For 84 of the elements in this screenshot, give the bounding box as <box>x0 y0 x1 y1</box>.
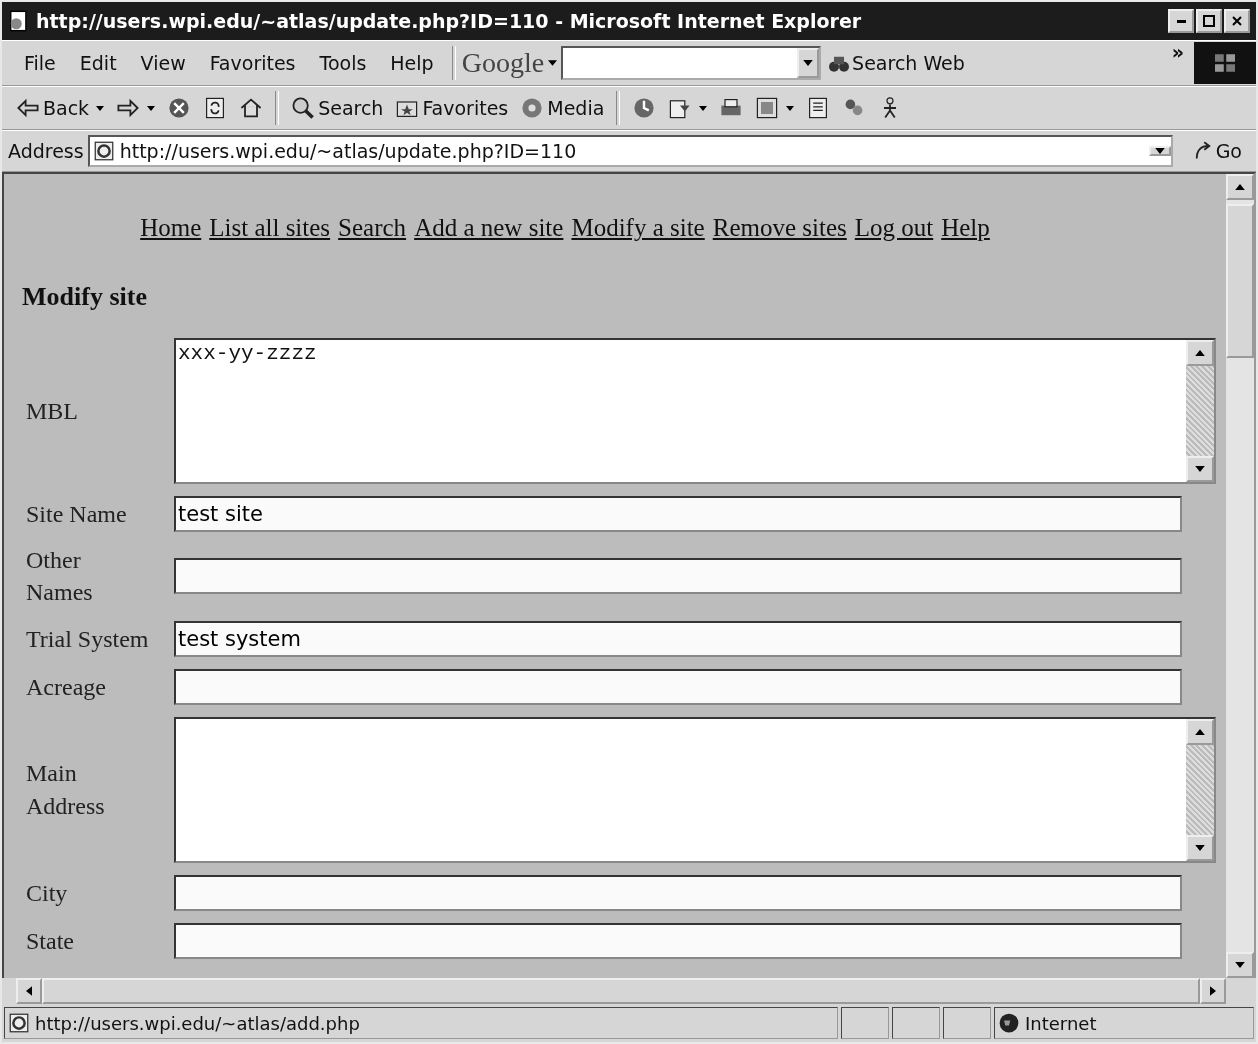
left-arrow-icon <box>26 986 32 996</box>
text-field[interactable]: test system <box>174 620 1182 657</box>
search-field[interactable] <box>561 46 822 80</box>
field-text: xxx-yy-zzzz <box>178 342 317 365</box>
caret-icon <box>699 105 708 111</box>
up-arrow-icon <box>1235 184 1245 190</box>
address-label: Address <box>8 140 84 162</box>
down-arrow-icon <box>1195 466 1205 472</box>
up-arrow-icon <box>1195 350 1205 356</box>
field-label: Acreage <box>25 672 107 702</box>
left-arrow-icon <box>16 96 40 120</box>
back-button[interactable]: Back <box>10 96 111 120</box>
nav-link[interactable]: Add a new site <box>414 214 564 242</box>
text-field[interactable] <box>174 558 1182 595</box>
status-pane <box>841 1007 889 1039</box>
text-area[interactable]: xxx-yy-zzzz <box>174 338 1216 484</box>
go-button[interactable]: Go <box>1176 140 1252 162</box>
menu-item[interactable]: File <box>12 52 68 74</box>
nav-link[interactable]: Home <box>140 214 202 242</box>
caret-icon <box>803 60 814 66</box>
field-label: Main Address <box>25 759 106 821</box>
minimize-icon <box>1176 19 1186 23</box>
nav-link[interactable]: Help <box>941 214 990 242</box>
status-text: http://users.wpi.edu/~atlas/add.php <box>4 1007 838 1039</box>
scroll-thumb[interactable] <box>1226 204 1254 358</box>
close-icon <box>1232 16 1242 26</box>
field-label: Trial System <box>25 624 150 654</box>
nav-link[interactable]: Search <box>338 214 407 242</box>
down-arrow-icon <box>1195 844 1205 851</box>
text-field[interactable] <box>174 668 1182 705</box>
page-icon <box>8 10 30 32</box>
menu-item[interactable]: Tools <box>307 52 379 74</box>
favorites-button[interactable]: Favorites <box>389 96 515 120</box>
page-icon <box>9 1013 29 1033</box>
menu-item[interactable]: Help <box>378 52 446 74</box>
media-button[interactable]: Media <box>514 96 611 120</box>
scrollbar[interactable] <box>1186 340 1214 482</box>
text-field[interactable]: test site <box>174 496 1182 532</box>
home-icon <box>239 96 264 120</box>
windows-logo <box>1215 54 1235 72</box>
page-heading: Modify site <box>22 282 148 312</box>
document-icon <box>755 96 780 120</box>
text-field[interactable] <box>174 922 1182 959</box>
maximize-button[interactable] <box>1196 9 1222 33</box>
down-arrow-icon <box>1235 962 1245 968</box>
caret-icon <box>1154 148 1165 154</box>
search-button[interactable]: Search <box>285 96 390 120</box>
maximize-icon <box>1203 15 1215 27</box>
caret-icon <box>96 105 105 111</box>
up-arrow-icon <box>1195 728 1205 735</box>
toolbar-chevron[interactable]: » <box>1161 41 1194 63</box>
text-area[interactable] <box>174 716 1216 863</box>
search-web-button[interactable]: Search Web <box>821 52 973 74</box>
status-pane <box>943 1007 991 1039</box>
field-label: MBL <box>25 396 79 426</box>
right-arrow-icon <box>1210 986 1216 996</box>
field-label: Other Names <box>25 546 94 608</box>
status-pane <box>892 1007 940 1039</box>
caret-icon[interactable] <box>548 60 558 66</box>
search-icon <box>291 96 316 120</box>
caret-icon <box>786 105 795 111</box>
menu-item[interactable]: Edit <box>67 52 129 74</box>
caret-icon <box>147 105 156 111</box>
text-field[interactable] <box>174 874 1182 911</box>
field-label: State <box>25 926 75 956</box>
scrollbar[interactable] <box>1186 718 1214 861</box>
minimize-button[interactable] <box>1168 9 1194 33</box>
globe-icon <box>999 1013 1019 1033</box>
nav-link[interactable]: Log out <box>854 214 934 242</box>
vertical-scrollbar[interactable] <box>1226 174 1254 978</box>
security-zone: Internet <box>994 1007 1254 1039</box>
field-label: Site Name <box>25 499 128 529</box>
window-title: http://users.wpi.edu/~atlas/update.php?ID=110 - Microsoft Internet Explorer <box>36 10 863 32</box>
nav-link[interactable]: Modify a site <box>571 214 705 242</box>
nav-link[interactable]: Remove sites <box>712 214 847 242</box>
address-field[interactable]: http://users.wpi.edu/~atlas/update.php?ID=110 <box>87 135 1173 167</box>
nav-link[interactable]: List all sites <box>209 214 331 242</box>
page-icon <box>93 141 114 161</box>
google-logo: Google <box>461 47 545 79</box>
close-button[interactable] <box>1224 9 1250 33</box>
menu-item[interactable]: Favorites <box>197 52 308 74</box>
menu-item[interactable]: View <box>128 52 198 74</box>
url-text: http://users.wpi.edu/~atlas/update.php?ID=110 <box>119 140 578 162</box>
field-label: City <box>25 878 69 908</box>
